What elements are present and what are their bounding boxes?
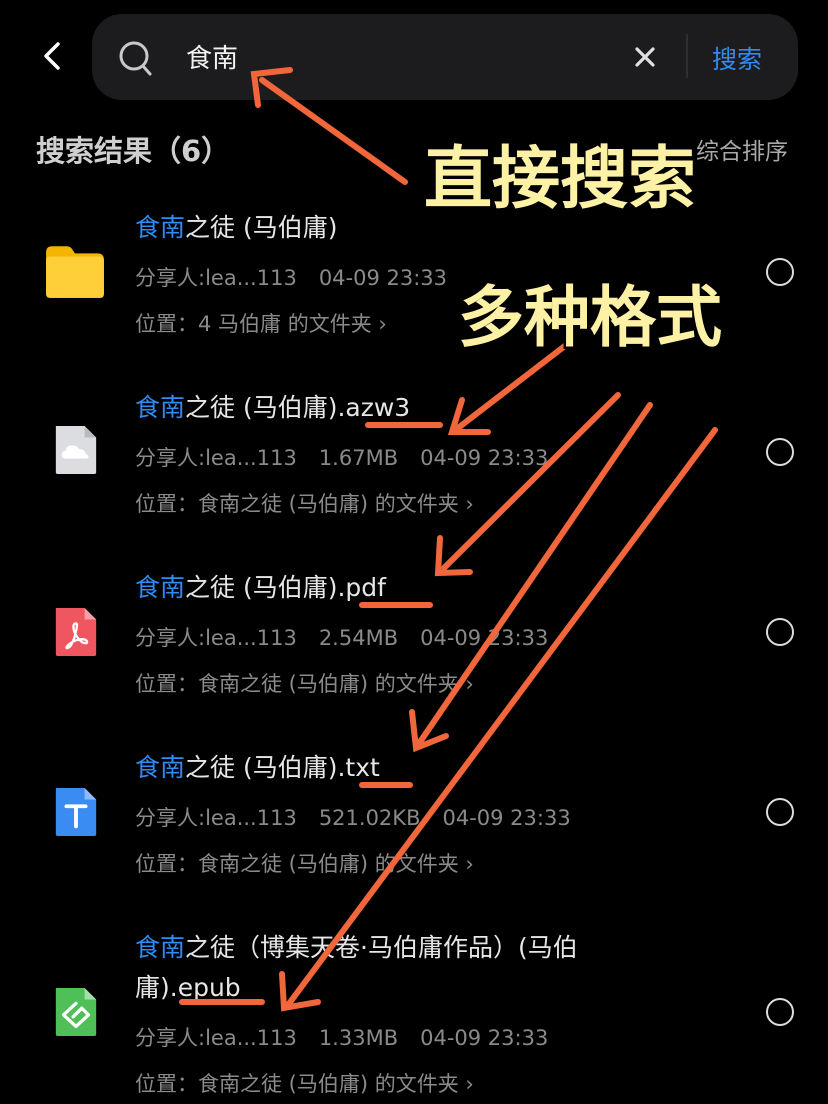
item-title-rest: 之徒 (马伯庸).azw3: [185, 393, 411, 422]
select-radio[interactable]: [766, 438, 794, 466]
item-title-rest: 之徒（博集天卷·马伯庸作品）(马伯: [185, 933, 578, 962]
item-location[interactable]: 位置：食南之徒 (马伯庸) 的文件夹 ›: [135, 488, 474, 518]
item-meta: 分享人:lea...113 2.54MB 04-09 23:33: [135, 622, 570, 652]
item-size: 521.02KB: [318, 806, 421, 830]
results-title: 搜索结果（6）: [36, 134, 231, 168]
item-size: 1.67MB: [318, 446, 399, 470]
select-radio[interactable]: [766, 258, 794, 286]
item-title: 食南之徒 (马伯庸).txt: [135, 748, 380, 784]
select-radio[interactable]: [766, 998, 794, 1026]
item-location[interactable]: 位置：食南之徒 (马伯庸) 的文件夹 ›: [135, 1068, 474, 1098]
item-time: 04-09 23:33: [442, 806, 571, 830]
item-location[interactable]: 位置：4 马伯庸 的文件夹 ›: [135, 308, 387, 338]
search-icon: [119, 41, 152, 76]
item-title-rest: 之徒 (马伯庸).txt: [185, 753, 380, 782]
item-title-rest: 之徒 (马伯庸): [185, 213, 338, 242]
item-title-highlight: 食南: [135, 933, 186, 962]
item-title-highlight: 食南: [135, 753, 186, 782]
back-arrow-icon[interactable]: [36, 38, 68, 74]
search-divider: [686, 34, 688, 78]
item-time: 04-09 23:33: [420, 446, 549, 470]
pdf-icon: [55, 608, 97, 656]
item-title-line2: 庸).epub: [135, 973, 241, 1002]
item-title-rest: 之徒 (马伯庸).pdf: [185, 573, 386, 602]
item-title: 食南之徒 (马伯庸): [135, 208, 337, 244]
list-item[interactable]: 食南之徒 (马伯庸) 分享人:lea...113 04-09 23:33 位置：4…: [0, 200, 828, 340]
item-meta: 分享人:lea...113 04-09 23:33: [135, 262, 469, 292]
item-title: 食南之徒（博集天卷·马伯庸作品）(马伯: [135, 928, 578, 964]
item-location[interactable]: 位置：食南之徒 (马伯庸) 的文件夹 ›: [135, 848, 474, 878]
item-title-highlight: 食南: [135, 213, 186, 242]
select-radio[interactable]: [766, 798, 794, 826]
list-item[interactable]: 食南之徒 (马伯庸).pdf 分享人:lea...113 2.54MB 04-09 …: [0, 560, 828, 700]
list-item[interactable]: 食南之徒 (马伯庸).azw3 分享人:lea...113 1.67MB 04-09…: [0, 380, 828, 520]
item-sharer: 分享人:lea...113: [135, 266, 297, 290]
list-item[interactable]: 食南之徒 (马伯庸).txt 分享人:lea...113 521.02KB 04-0…: [0, 740, 828, 880]
item-title-highlight: 食南: [135, 573, 186, 602]
search-button[interactable]: 搜索: [712, 40, 762, 76]
item-time: 04-09 23:33: [420, 626, 549, 650]
item-meta: 分享人:lea...113 1.67MB 04-09 23:33: [135, 442, 570, 472]
sort-button[interactable]: 综合排序: [696, 132, 788, 166]
item-size: 2.54MB: [318, 626, 399, 650]
folder-icon: [46, 246, 104, 298]
item-size: 1.33MB: [318, 1026, 399, 1050]
item-time: 04-09 23:33: [420, 1026, 549, 1050]
item-title: 食南之徒 (马伯庸).azw3: [135, 388, 410, 424]
clear-icon[interactable]: [632, 44, 658, 70]
item-meta: 分享人:lea...113 1.33MB 04-09 23:33: [135, 1022, 570, 1052]
item-title: 食南之徒 (马伯庸).pdf: [135, 568, 386, 604]
item-meta: 分享人:lea...113 521.02KB 04-09 23:33: [135, 802, 593, 832]
item-sharer: 分享人:lea...113: [135, 626, 297, 650]
search-input[interactable]: 食南: [186, 38, 238, 75]
item-sharer: 分享人:lea...113: [135, 806, 297, 830]
txt-icon: [55, 788, 97, 836]
item-time: 04-09 23:33: [318, 266, 448, 290]
epub-icon: [55, 988, 97, 1036]
item-sharer: 分享人:lea...113: [135, 1026, 297, 1050]
item-location[interactable]: 位置：食南之徒 (马伯庸) 的文件夹 ›: [135, 668, 474, 698]
item-sharer: 分享人:lea...113: [135, 446, 297, 470]
item-title-highlight: 食南: [135, 393, 186, 422]
select-radio[interactable]: [766, 618, 794, 646]
cloud-file-icon: [55, 426, 97, 474]
list-item[interactable]: 食南之徒（博集天卷·马伯庸作品）(马伯 庸).epub 分享人:lea...11…: [0, 920, 828, 1104]
